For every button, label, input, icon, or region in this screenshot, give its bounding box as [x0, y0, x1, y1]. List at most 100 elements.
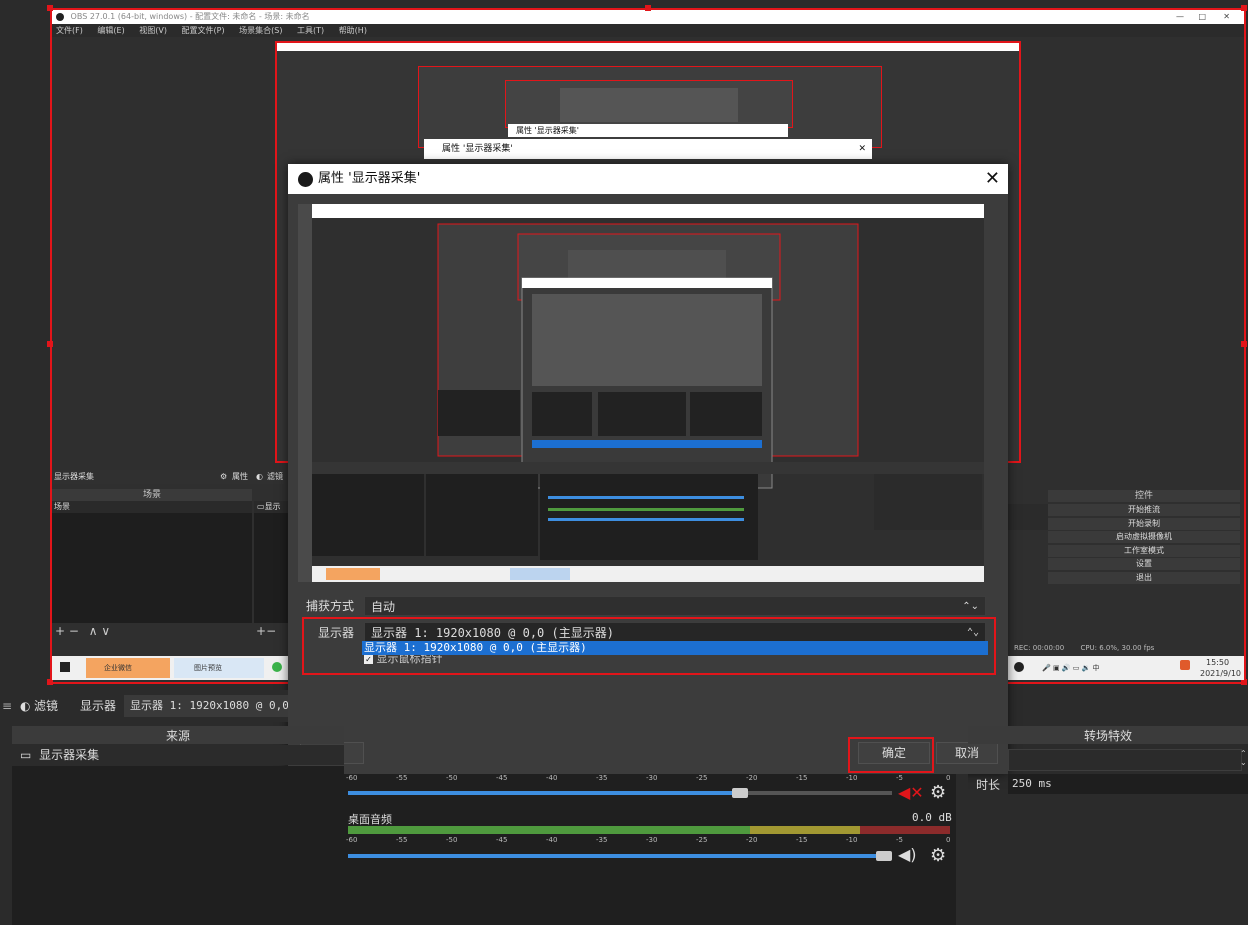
filter-icon[interactable]: ◐	[20, 690, 30, 722]
toolbar-edge: ≡	[2, 699, 13, 713]
tick-label: 0	[946, 836, 951, 844]
source-item-partial-label: 显示	[264, 502, 281, 511]
resize-handle[interactable]	[1241, 5, 1247, 11]
tick-label: -35	[596, 836, 608, 844]
show-cursor-checkbox-row[interactable]: ✓ 显示鼠标指针	[364, 655, 443, 667]
mixer-ticks-1: -60 -55 -50 -45 -40 -35 -30 -25 -20 -15 …	[346, 774, 950, 782]
capture-method-value: 自动	[371, 600, 396, 614]
gear-icon[interactable]: ⚙	[220, 470, 227, 484]
transitions-panel-body	[968, 796, 1248, 925]
volume-knob[interactable]	[732, 788, 748, 798]
mixer-ticks-2: -60 -55 -50 -45 -40 -35 -30 -25 -20 -15 …	[346, 836, 950, 844]
sources-header-label: 来源	[165, 729, 190, 743]
tick-label: -55	[396, 774, 408, 782]
down-icon[interactable]: ∨	[101, 624, 110, 638]
scene-item-label: 场景	[54, 502, 70, 511]
tick-label: -50	[446, 836, 458, 844]
tick-label: -30	[646, 836, 658, 844]
taskbar-item-label: 企业微信	[104, 664, 132, 672]
audio-track-desktop-label: 桌面音频	[348, 813, 392, 826]
resize-handle[interactable]	[47, 5, 53, 11]
recording-status: REC: 00:00:00	[1014, 644, 1065, 652]
start-recording-button[interactable]: 开始录制	[1048, 517, 1240, 530]
volume-slider-2[interactable]	[348, 851, 892, 861]
taskbar-item-photos: 图片预览	[174, 658, 264, 678]
up-icon[interactable]: ∧	[89, 624, 98, 638]
sources-header: 来源	[12, 726, 344, 744]
recursive-preview-graphic	[312, 204, 984, 582]
show-cursor-label: 显示鼠标指针	[376, 655, 443, 665]
filter-icon[interactable]: ◐	[256, 470, 263, 484]
remove-icon[interactable]: −	[266, 624, 276, 638]
duration-input[interactable]: 250 ms	[1008, 774, 1248, 794]
audio-mixer	[344, 774, 956, 925]
bottom-display-label: 显示器	[80, 699, 117, 713]
gear-icon[interactable]: ⚙	[930, 782, 946, 803]
add-icon[interactable]: +	[55, 624, 65, 638]
start-virtual-camera-button[interactable]: 启动虚拟摄像机	[1048, 531, 1240, 543]
checkbox-checked-icon[interactable]: ✓	[364, 655, 373, 664]
add-icon[interactable]: +	[256, 624, 266, 638]
exit-button[interactable]: 退出	[1048, 571, 1240, 584]
bottom-filters-label[interactable]: 滤镜	[34, 690, 58, 722]
tick-label: -25	[696, 836, 708, 844]
chevron-updown-icon: ⌃⌄	[966, 627, 979, 638]
audio-db-value: 0.0 dB	[912, 811, 952, 824]
filters-label[interactable]: 滤镜	[267, 470, 283, 484]
mixer-scrollbar[interactable]	[956, 774, 968, 925]
nested-preview-4	[560, 88, 738, 122]
display-dropdown-option-label: 显示器 1: 1920x1080 @ 0,0 (主显示器)	[364, 641, 587, 654]
start-streaming-button[interactable]: 开始推流	[1048, 504, 1240, 516]
transition-select-spinner-icon[interactable]: ⌃ ⌄	[1240, 749, 1248, 769]
meter-green-segment	[348, 826, 750, 834]
tick-label: -10	[846, 774, 858, 782]
settings-button[interactable]: 设置	[1048, 558, 1240, 570]
volume-slider-1[interactable]	[348, 788, 892, 798]
nested-dialog-bar-1: 属性 '显示器采集'	[508, 124, 788, 137]
source-item-label: 显示器采集	[39, 748, 100, 762]
obs-tray-icon	[1014, 662, 1024, 672]
capture-method-label: 捕获方式	[306, 599, 355, 613]
resize-handle[interactable]	[1241, 341, 1247, 347]
nested-dialog-bar-2: 属性 '显示器采集' ✕	[424, 139, 872, 159]
studio-mode-button[interactable]: 工作室模式	[1048, 544, 1240, 557]
tick-label: -10	[846, 836, 858, 844]
bottom-display-select[interactable]: 显示器 1: 1920x1080 @ 0,0	[124, 695, 288, 717]
dialog-title: 属性 '显示器采集'	[318, 171, 421, 186]
dialog-preview	[298, 204, 984, 582]
capture-method-select[interactable]: 自动 ⌃⌄	[364, 596, 986, 616]
remove-icon[interactable]: −	[69, 624, 79, 638]
muted-speaker-icon[interactable]: ◀✕	[898, 783, 924, 802]
volume-fill	[348, 791, 740, 795]
source-toolbar-label: 显示器采集	[54, 472, 94, 481]
bottom-source-toolbar: ≡ ◐ 滤镜 显示器 显示器 1: 1920x1080 @ 0,0	[0, 690, 288, 722]
scenes-header: 场景	[52, 489, 252, 501]
display-select[interactable]: 显示器 1: 1920x1080 @ 0,0 (主显示器) ⌃⌄	[364, 622, 986, 642]
properties-label[interactable]: 属性	[232, 470, 248, 484]
resize-handle[interactable]	[645, 5, 651, 11]
scene-item[interactable]: 场景	[52, 501, 252, 513]
scenes-toolbar: + − ∧ ∨	[52, 624, 252, 638]
cancel-button[interactable]: 取消	[936, 742, 998, 764]
speaker-icon[interactable]: ◀)	[898, 845, 917, 864]
source-item-partial[interactable]: ▭显示	[254, 501, 288, 513]
source-item-display-capture[interactable]: ▭ 显示器采集	[12, 745, 344, 765]
gear-icon[interactable]: ⚙	[930, 845, 946, 866]
captured-taskbar-right: 🎤 ▣ 🔊 ▭ 🔉 中 15:50 2021/9/10	[1008, 656, 1244, 680]
tick-label: -15	[796, 836, 808, 844]
dialog-close-icon[interactable]: ✕	[985, 164, 1000, 194]
tick-label: -35	[596, 774, 608, 782]
meter-red-segment	[860, 826, 950, 834]
tick-label: 0	[946, 774, 951, 782]
tick-label: -60	[346, 774, 358, 782]
display-dropdown-option[interactable]: 显示器 1: 1920x1080 @ 0,0 (主显示器)	[362, 641, 988, 655]
tick-label: -5	[896, 836, 903, 844]
tick-label: -60	[346, 836, 358, 844]
scenes-list	[52, 513, 252, 623]
source-toolbar: 显示器采集 ⚙ 属性 ◐ 滤镜	[52, 470, 288, 484]
taskbar-date: 2021/9/10	[1200, 669, 1242, 678]
resize-handle[interactable]	[47, 341, 53, 347]
volume-knob[interactable]	[876, 851, 892, 861]
transition-select[interactable]	[1008, 749, 1242, 771]
taskbar-time: 15:50	[1206, 658, 1230, 667]
